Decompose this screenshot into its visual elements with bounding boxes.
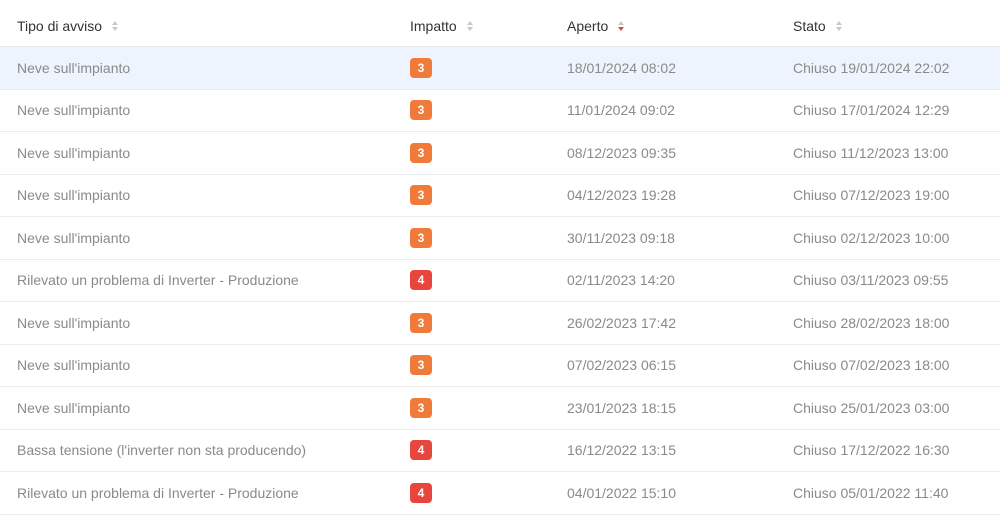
opened-date: 26/02/2023 17:42 xyxy=(567,314,676,331)
impact-cell: 3 xyxy=(410,175,432,217)
alert-type: Bassa tensione (l'inverter non sta produ… xyxy=(17,442,307,459)
impact-badge: 3 xyxy=(410,397,432,418)
impact-cell: 4 xyxy=(410,472,432,514)
table-row[interactable]: Bassa tensione (l'inverter non sta produ… xyxy=(0,430,1000,472)
column-header-type[interactable]: Tipo di avviso xyxy=(17,5,119,46)
impact-badge: 3 xyxy=(410,355,432,376)
alert-type: Neve sull'impianto xyxy=(17,144,131,161)
column-header-impact[interactable]: Impatto xyxy=(410,5,473,46)
sort-asc-icon xyxy=(112,20,119,25)
alert-type: Neve sull'impianto xyxy=(17,59,131,76)
impact-badge: 3 xyxy=(410,227,432,248)
impact-cell: 4 xyxy=(410,260,432,302)
opened-date: 16/12/2022 13:15 xyxy=(567,442,676,459)
impact-cell: 3 xyxy=(410,302,432,344)
sort-asc-icon xyxy=(618,20,625,25)
alert-type: Neve sull'impianto xyxy=(17,229,131,246)
opened-date: 11/01/2024 09:02 xyxy=(567,102,675,119)
column-header-label: Impatto xyxy=(410,17,457,34)
impact-cell: 3 xyxy=(410,345,432,387)
opened-date: 02/11/2023 14:20 xyxy=(567,272,675,289)
status-text: Chiuso 11/12/2023 13:00 xyxy=(793,144,949,161)
opened-date: 23/01/2023 18:15 xyxy=(567,399,676,416)
impact-badge: 4 xyxy=(410,270,432,291)
impact-badge: 3 xyxy=(410,185,432,206)
alert-type: Neve sull'impianto xyxy=(17,399,131,416)
status-text: Chiuso 28/02/2023 18:00 xyxy=(793,314,950,331)
status-text: Chiuso 17/01/2024 12:29 xyxy=(793,102,950,119)
status-text: Chiuso 05/01/2022 11:40 xyxy=(793,484,949,501)
table-row[interactable]: Neve sull'impianto 3 08/12/2023 09:35 Chius… xyxy=(0,132,1000,175)
alert-type: Neve sull'impianto xyxy=(17,102,131,119)
opened-date: 18/01/2024 08:02 xyxy=(567,59,676,76)
alert-type: Rilevato un problema di Inverter - Produ… xyxy=(17,484,299,501)
table-body: Neve sull'impianto 3 18/01/2024 08:02 Chius… xyxy=(0,47,1000,515)
opened-date: 04/12/2023 19:28 xyxy=(567,187,676,204)
impact-cell: 3 xyxy=(410,47,432,89)
opened-date: 08/12/2023 09:35 xyxy=(567,144,676,161)
status-text: Chiuso 03/11/2023 09:55 xyxy=(793,272,949,289)
impact-cell: 3 xyxy=(410,387,432,429)
impact-badge: 3 xyxy=(410,312,432,333)
sort-desc-icon-active xyxy=(618,26,625,31)
table-row[interactable]: Rilevato un problema di Inverter - Produ… xyxy=(0,260,1000,302)
alerts-table: Tipo di avviso Impatto Aperto Stato Neve… xyxy=(0,5,1000,515)
table-row[interactable]: Neve sull'impianto 3 04/12/2023 19:28 Chius… xyxy=(0,175,1000,217)
sort-desc-icon xyxy=(112,26,119,31)
impact-cell: 3 xyxy=(410,90,432,132)
table-row[interactable]: Neve sull'impianto 3 07/02/2023 06:15 Chius… xyxy=(0,345,1000,387)
sort-icon[interactable] xyxy=(835,20,842,31)
status-text: Chiuso 07/02/2023 18:00 xyxy=(793,357,950,374)
column-header-opened[interactable]: Aperto xyxy=(567,5,625,46)
status-text: Chiuso 07/12/2023 19:00 xyxy=(793,187,950,204)
status-text: Chiuso 19/01/2024 22:02 xyxy=(793,59,950,76)
column-header-label: Aperto xyxy=(567,17,609,34)
impact-cell: 3 xyxy=(410,132,432,174)
alert-type: Neve sull'impianto xyxy=(17,357,131,374)
impact-badge: 4 xyxy=(410,440,432,461)
column-header-status[interactable]: Stato xyxy=(793,5,842,46)
opened-date: 04/01/2022 15:10 xyxy=(567,484,676,501)
opened-date: 30/11/2023 09:18 xyxy=(567,229,675,246)
sort-asc-icon xyxy=(466,20,473,25)
table-row[interactable]: Neve sull'impianto 3 11/01/2024 09:02 Chius… xyxy=(0,90,1000,132)
alert-type: Neve sull'impianto xyxy=(17,314,131,331)
impact-cell: 3 xyxy=(410,217,432,259)
opened-date: 07/02/2023 06:15 xyxy=(567,357,676,374)
sort-icon[interactable] xyxy=(466,20,473,31)
alert-type: Neve sull'impianto xyxy=(17,187,131,204)
impact-badge: 3 xyxy=(410,142,432,163)
impact-badge: 3 xyxy=(410,57,432,78)
table-row[interactable]: Neve sull'impianto 3 30/11/2023 09:18 Chius… xyxy=(0,217,1000,260)
sort-desc-icon xyxy=(466,26,473,31)
table-row[interactable]: Neve sull'impianto 3 26/02/2023 17:42 Chius… xyxy=(0,302,1000,345)
column-header-label: Stato xyxy=(793,17,826,34)
alert-type: Rilevato un problema di Inverter - Produ… xyxy=(17,272,299,289)
table-row[interactable]: Neve sull'impianto 3 23/01/2023 18:15 Chius… xyxy=(0,387,1000,430)
status-text: Chiuso 02/12/2023 10:00 xyxy=(793,229,950,246)
sort-desc-icon xyxy=(835,26,842,31)
table-row[interactable]: Rilevato un problema di Inverter - Produ… xyxy=(0,472,1000,515)
impact-cell: 4 xyxy=(410,430,432,472)
table-header: Tipo di avviso Impatto Aperto Stato xyxy=(0,5,1000,47)
status-text: Chiuso 17/12/2022 16:30 xyxy=(793,442,950,459)
impact-badge: 3 xyxy=(410,100,432,121)
status-text: Chiuso 25/01/2023 03:00 xyxy=(793,399,950,416)
table-row[interactable]: Neve sull'impianto 3 18/01/2024 08:02 Chius… xyxy=(0,47,1000,90)
impact-badge: 4 xyxy=(410,482,432,503)
column-header-label: Tipo di avviso xyxy=(17,17,103,34)
sort-asc-icon xyxy=(835,20,842,25)
sort-icon[interactable] xyxy=(112,20,119,31)
sort-icon[interactable] xyxy=(618,20,625,31)
